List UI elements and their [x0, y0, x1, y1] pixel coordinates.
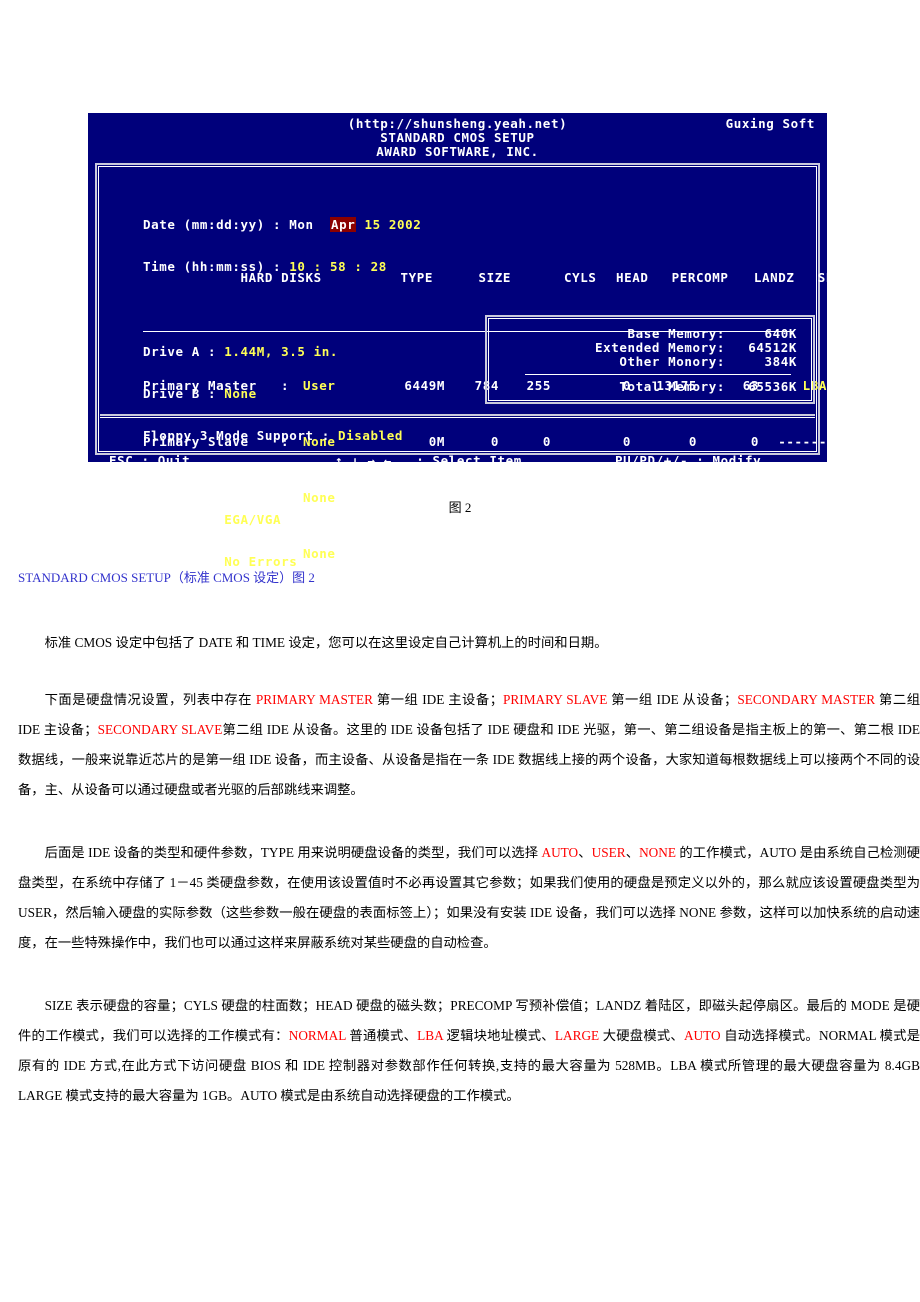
keyword-auto: AUTO	[541, 845, 579, 861]
keyword-secondary-master: SECONDARY MASTER	[737, 692, 876, 708]
other-memory-value: 384K	[764, 354, 797, 369]
p3-seg2: 的工作模式，AUTO 是由系统自己检测硬盘类型，在系统中存储了 1－45 类硬盘…	[18, 845, 920, 951]
page-title: STANDARD CMOS SETUP（标准 CMOS 设定）图 2	[18, 570, 315, 585]
cell-landz: 0	[688, 546, 697, 561]
keyword-user: USER	[591, 845, 626, 861]
total-memory-value: 65536K	[748, 379, 797, 394]
bios-help-bar: ESC : Quit F1 : Help ↑ ↓ → ← : Select It…	[99, 423, 816, 513]
col-header-mode: MODE	[892, 270, 920, 285]
cell-sector: 0	[750, 546, 759, 561]
col-header-type: TYPE	[400, 270, 434, 285]
col-header-sector: SECTOR	[817, 270, 867, 285]
p4-seg4: 大硬盘模式、	[599, 1028, 684, 1044]
bios-screenshot-figure: (http://shunsheng.yeah.net) STANDARD CMO…	[88, 113, 920, 569]
col-header-cyls: CYLS	[564, 270, 597, 285]
bios-content-panel: Date (mm:dd:yy) : Mon Apr 15 2002 Time (…	[95, 163, 920, 569]
p2-seg3: 第一组 IDE 从设备；	[607, 692, 738, 708]
hard-disks-header-row: HARD DISKS TYPE SIZE CYLS HEAD PERCOMP LANDZ SE…	[143, 257, 920, 299]
keyword-none: NONE	[639, 845, 677, 861]
keyword-primary-slave: PRIMARY SLAVE	[503, 692, 608, 708]
p3-seg1: 后面是 IDE 设备的类型和硬件参数，TYPE 用来说明硬盘设备的类型，我们可以…	[44, 845, 542, 861]
paragraph-4: SIZE 表示硬盘的容量；CYLS 硬盘的柱面数；HEAD 硬盘的磁头数；PRE…	[18, 991, 920, 1111]
base-memory-row: Base Memory: 640K	[489, 327, 797, 341]
drive-a-label: Drive A :	[143, 344, 217, 359]
col-header-size: SIZE	[478, 270, 512, 285]
bios-content-panel-inner: Date (mm:dd:yy) : Mon Apr 15 2002 Time (…	[98, 166, 920, 569]
memory-summary-box: Base Memory: 640K Extended Memory: 64512K …	[485, 315, 815, 404]
footer-divider-highlight	[100, 417, 815, 418]
help-esc-quit[interactable]: ESC : Quit	[109, 453, 207, 468]
drive-a-value[interactable]: 1.44M, 3.5 in.	[224, 344, 338, 359]
help-arrow-keys: ↑ ↓ → ← : Select Item	[335, 453, 522, 468]
drive-b-label: Drive B :	[143, 386, 217, 401]
p4-seg3: 逻辑块地址模式、	[442, 1028, 555, 1044]
memory-divider	[525, 374, 791, 375]
p3-sep2: 、	[625, 845, 640, 861]
extended-memory-row: Extended Memory: 64512K	[489, 341, 797, 355]
drive-b-row[interactable]: Drive B : None	[143, 387, 403, 401]
base-memory-value: 640K	[764, 326, 797, 341]
paragraph-2: 下面是硬盘情况设置，列表中存在 PRIMARY MASTER 第一组 IDE 主…	[18, 685, 920, 805]
paragraph-1: 标准 CMOS 设定中包括了 DATE 和 TIME 设定，您可以在这里设定自己…	[44, 635, 608, 651]
help-column-right: PU/PD/+/- : Modify	[615, 423, 761, 498]
help-column-center: ↑ ↓ → ← : Select Item (Shift)F2 : Change…	[335, 423, 530, 543]
base-memory-label: Base Memory:	[627, 326, 725, 341]
p2-seg1: 下面是硬盘情况设置，列表中存在	[44, 692, 256, 708]
extended-memory-value: 64512K	[748, 340, 797, 355]
p4-seg2: 普通模式、	[345, 1028, 418, 1044]
col-header-landz: LANDZ	[753, 270, 795, 285]
p2-seg2: 第一组 IDE 主设备；	[373, 692, 503, 708]
keyword-auto-2: AUTO	[683, 1028, 721, 1044]
bios-screen: (http://shunsheng.yeah.net) STANDARD CMO…	[88, 113, 920, 569]
other-memory-label: Other Monory:	[619, 354, 725, 369]
total-memory-label: Total Memory:	[619, 379, 725, 394]
col-header-percomp: PERCOMP	[671, 270, 729, 285]
bios-title-bar: (http://shunsheng.yeah.net) STANDARD CMO…	[88, 113, 827, 161]
keyword-lba: LBA	[417, 1028, 443, 1044]
bios-title-line2: AWARD SOFTWARE, INC.	[376, 144, 539, 159]
cell-cyls: 0	[490, 546, 499, 561]
bios-title-line1: STANDARD CMOS SETUP	[380, 130, 535, 145]
bios-brand-label: Guxing Soft	[725, 116, 815, 131]
keyword-normal: NORMAL	[288, 1028, 346, 1044]
total-memory-row: Total Memory: 65536K	[489, 380, 797, 394]
cell-mode[interactable]: ------	[759, 547, 827, 561]
cell-head: 0	[542, 546, 551, 561]
help-column-left: ESC : Quit F1 : Help	[109, 423, 207, 543]
memory-summary-inner: Base Memory: 640K Extended Memory: 64512K …	[488, 318, 812, 401]
extended-memory-label: Extended Memory:	[595, 340, 726, 355]
bios-url-text: (http://shunsheng.yeah.net)	[347, 116, 568, 131]
figure-caption: 图 2	[448, 500, 472, 515]
drive-a-row[interactable]: Drive A : 1.44M, 3.5 in.	[143, 345, 403, 359]
keyword-secondary-slave: SECONDARY SLAVE	[97, 722, 223, 738]
keyword-primary-master: PRIMARY MASTER	[255, 692, 374, 708]
col-header-head: HEAD	[616, 270, 649, 285]
cell-percomp: 0	[622, 546, 631, 561]
p3-sep1: 、	[578, 845, 592, 861]
drive-b-value[interactable]: None	[224, 386, 257, 401]
paragraph-3: 后面是 IDE 设备的类型和硬件参数，TYPE 用来说明硬盘设备的类型，我们可以…	[18, 838, 920, 958]
other-memory-row: Other Monory: 384K	[489, 355, 797, 369]
col-header-hard-disks: HARD DISKS	[240, 270, 322, 285]
help-modify-keys: PU/PD/+/- : Modify	[615, 453, 762, 468]
keyword-large: LARGE	[554, 1028, 600, 1044]
footer-divider	[100, 414, 815, 416]
